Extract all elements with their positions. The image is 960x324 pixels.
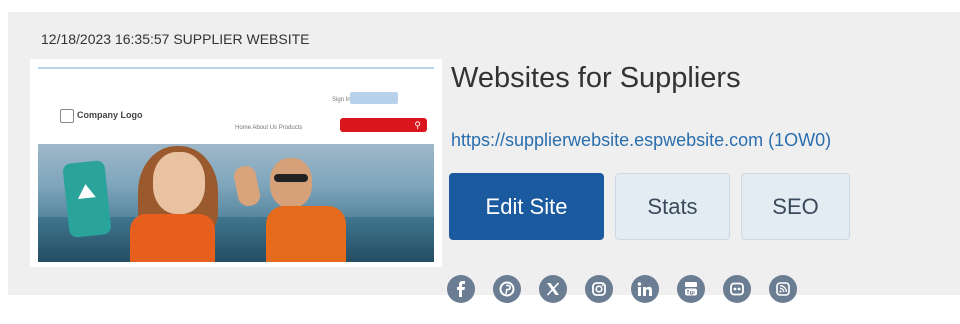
hero-person-2-face: [270, 158, 312, 208]
hero-person-1-vest: [130, 214, 215, 262]
rss-icon[interactable]: [769, 275, 797, 303]
stats-button[interactable]: Stats: [615, 173, 730, 240]
pinterest-icon[interactable]: [493, 275, 521, 303]
thumbnail-logo-mark: [60, 109, 74, 123]
linkedin-icon[interactable]: [631, 275, 659, 303]
search-icon: ⚲: [414, 120, 421, 130]
social-icons-row: [447, 275, 815, 303]
timestamp-label: 12/18/2023 16:35:57 SUPPLIER WEBSITE: [41, 31, 310, 47]
instagram-icon[interactable]: [585, 275, 613, 303]
hero-person-1-face: [153, 152, 205, 214]
thumbnail-logo: Company Logo: [77, 110, 143, 120]
site-title: Websites for Suppliers: [451, 62, 741, 94]
hero-person-2-vest: [266, 206, 346, 262]
thumbnail-top-button: [350, 92, 398, 104]
website-thumbnail[interactable]: Company Logo Sign In Home About Us Produ…: [30, 59, 442, 267]
phone-logo-icon: [76, 183, 96, 199]
seo-button[interactable]: SEO: [741, 173, 850, 240]
hero-phone: [62, 160, 112, 238]
hero-person-2-sunglasses: [274, 174, 308, 182]
thumbnail-topline: [38, 67, 434, 69]
thumbnail-hero-image: [38, 144, 434, 262]
thumbnail-nav: Home About Us Products: [235, 125, 303, 131]
flickr-icon[interactable]: [723, 275, 751, 303]
thumbnail-signin: Sign In: [332, 97, 351, 103]
facebook-icon[interactable]: [447, 275, 475, 303]
hero-waving-arm: [232, 164, 262, 208]
site-url-link[interactable]: https://supplierwebsite.espwebsite.com (…: [451, 130, 831, 151]
edit-site-button[interactable]: Edit Site: [449, 173, 604, 240]
x-twitter-icon[interactable]: [539, 275, 567, 303]
youtube-icon[interactable]: [677, 275, 705, 303]
thumbnail-searchbar: ⚲: [340, 118, 427, 132]
